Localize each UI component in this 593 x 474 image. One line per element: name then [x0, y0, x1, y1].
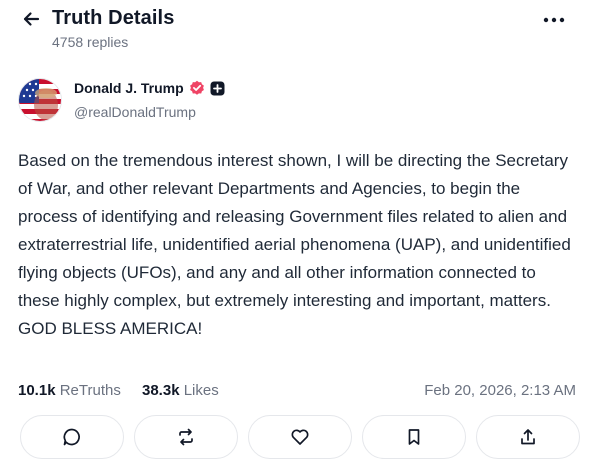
- likes-stat[interactable]: 38.3k Likes: [142, 382, 219, 399]
- likes-count: 38.3k: [142, 382, 180, 399]
- arrow-left-icon: [23, 12, 40, 26]
- bookmark-button[interactable]: [362, 415, 466, 459]
- retruths-count: 10.1k: [18, 382, 56, 399]
- retruths-label: ReTruths: [59, 382, 121, 399]
- post-stats: 10.1k ReTruths 38.3k Likes Feb 20, 2026,…: [18, 380, 578, 402]
- back-button[interactable]: [18, 6, 44, 32]
- reply-button[interactable]: [20, 415, 124, 459]
- bookmark-icon: [408, 429, 420, 445]
- verified-badge-icon: [189, 80, 204, 95]
- retruth-icon: [179, 428, 193, 446]
- post-author: Donald J. Trump @realDonaldTrump: [18, 78, 558, 126]
- share-icon: [521, 429, 535, 445]
- likes-label: Likes: [183, 382, 219, 399]
- like-button[interactable]: [248, 415, 352, 459]
- heart-icon: [291, 429, 309, 445]
- avatar[interactable]: [18, 78, 62, 122]
- action-bar: [18, 415, 580, 461]
- author-handle[interactable]: @realDonaldTrump: [74, 104, 196, 120]
- share-button[interactable]: [476, 415, 580, 459]
- page-title: Truth Details: [52, 7, 175, 29]
- replies-count: 4758 replies: [52, 34, 129, 50]
- plus-badge-icon: [210, 81, 225, 95]
- page-header: Truth Details 4758 replies: [0, 0, 593, 60]
- retruth-button[interactable]: [134, 415, 238, 459]
- post-text: Based on the tremendous interest shown, …: [18, 151, 571, 338]
- author-name[interactable]: Donald J. Trump: [74, 80, 184, 96]
- post-timestamp: Feb 20, 2026, 2:13 AM: [424, 382, 576, 399]
- retruths-stat[interactable]: 10.1k ReTruths: [18, 382, 121, 399]
- more-options-button[interactable]: [540, 8, 568, 32]
- author-name-row: Donald J. Trump: [74, 80, 225, 96]
- more-horizontal-icon: [543, 17, 565, 23]
- comment-icon: [63, 428, 80, 446]
